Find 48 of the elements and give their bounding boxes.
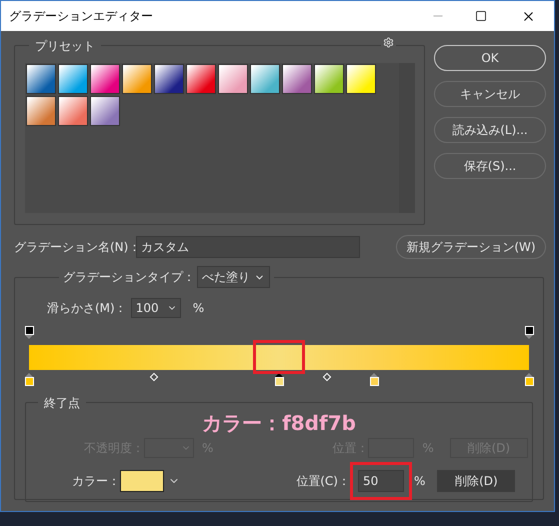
preset-swatch[interactable] xyxy=(90,96,120,126)
gradient-type-label: グラデーションタイプ： xyxy=(63,269,195,286)
location-label: 位置(C)： xyxy=(295,473,350,490)
color-stop[interactable] xyxy=(369,373,379,387)
percent-label: % xyxy=(422,440,434,457)
preset-swatch[interactable] xyxy=(122,64,152,94)
dialog-button[interactable]: キャンセル xyxy=(434,81,546,107)
midpoint-marker[interactable] xyxy=(150,372,158,382)
dialog-button[interactable]: 読み込み(L)... xyxy=(434,117,546,143)
preset-swatch[interactable] xyxy=(26,64,56,94)
gear-icon[interactable] xyxy=(383,37,394,48)
name-label: グラデーション名(N)： xyxy=(14,239,136,256)
preset-swatch[interactable] xyxy=(346,64,376,94)
delete-button[interactable]: 削除(D) xyxy=(437,470,516,492)
percent-label: % xyxy=(202,440,214,457)
window-title: グラデーションエディター xyxy=(9,8,154,25)
color-stop[interactable] xyxy=(274,373,284,387)
preset-swatch[interactable] xyxy=(282,64,312,94)
location-field[interactable]: 50 xyxy=(358,470,404,492)
preset-swatch[interactable] xyxy=(250,64,280,94)
smoothness-label: 滑らかさ(M)： xyxy=(47,300,127,317)
preset-swatch[interactable] xyxy=(314,64,344,94)
dialog-button[interactable]: OK xyxy=(434,45,546,71)
maximize-icon[interactable] xyxy=(475,10,487,22)
dialog-button[interactable]: 保存(S)... xyxy=(434,153,546,179)
preset-swatch[interactable] xyxy=(218,64,248,94)
percent-label: % xyxy=(414,473,426,490)
color-label: カラー： xyxy=(71,473,120,490)
preset-swatch[interactable] xyxy=(186,64,216,94)
color-stop[interactable] xyxy=(24,373,34,387)
midpoint-marker[interactable] xyxy=(322,372,331,382)
preset-swatch[interactable] xyxy=(58,96,88,126)
smoothness-select[interactable]: 100 xyxy=(130,298,181,318)
presets-label: プリセット xyxy=(29,37,101,55)
color-swatch[interactable] xyxy=(120,470,164,492)
opacity-stop[interactable] xyxy=(524,326,534,339)
new-gradient-button[interactable]: 新規グラデーション(W) xyxy=(396,235,546,259)
color-stop[interactable] xyxy=(524,373,534,387)
percent-label: % xyxy=(192,300,204,317)
preset-swatch[interactable] xyxy=(26,96,56,126)
preset-swatch[interactable] xyxy=(58,64,88,94)
preset-swatch[interactable] xyxy=(90,64,120,94)
annotation-text: カラー：f8df7b xyxy=(202,411,356,435)
opacity-stop[interactable] xyxy=(24,326,34,339)
gradient-type-select[interactable]: べた塗り xyxy=(197,266,270,288)
name-field[interactable]: カスタム xyxy=(136,236,360,258)
stops-section-label: 終了点 xyxy=(38,394,86,412)
preset-swatch[interactable] xyxy=(154,64,184,94)
